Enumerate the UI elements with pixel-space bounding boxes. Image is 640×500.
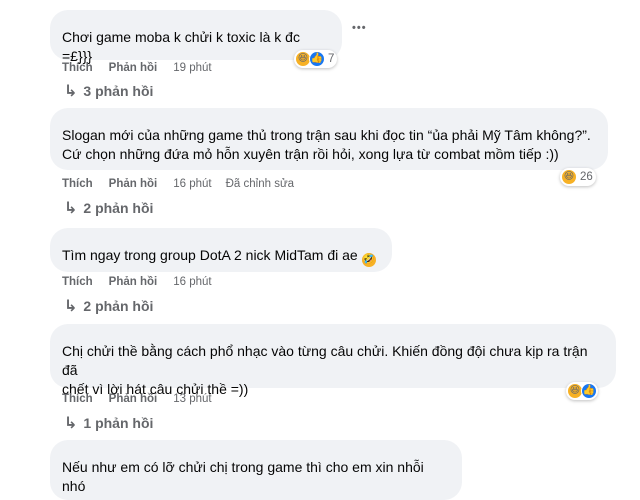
like-button[interactable]: Thích (62, 276, 93, 288)
reply-arrow-icon: ↳ (64, 415, 78, 432)
haha-icon: 😆 (561, 169, 577, 185)
replies-count: 2 phản hồi (83, 200, 154, 216)
comment-actions: Thích Phản hồi 16 phút (62, 276, 226, 288)
reaction-count: 26 (580, 171, 593, 183)
view-replies[interactable]: ↳ 3 phản hồi (64, 81, 153, 101)
comment-bubble: Chị chửi thề bằng cách phổ nhạc vào từng… (50, 324, 616, 397)
view-replies[interactable]: ↳ 1 phản hồi (64, 413, 153, 433)
view-replies[interactable]: ↳ 2 phản hồi (64, 198, 153, 218)
comment-bubble: Tìm ngay trong group DotA 2 nick MidTam … (50, 228, 392, 272)
replies-count: 3 phản hồi (83, 83, 154, 99)
reply-button[interactable]: Phản hồi (109, 276, 158, 288)
comment-actions: Thích Phản hồi 19 phút (62, 62, 226, 74)
reply-arrow-icon: ↳ (64, 83, 78, 100)
timestamp[interactable]: 19 phút (173, 62, 211, 74)
reaction-summary[interactable]: 😆 👍 7 (294, 50, 338, 68)
like-button[interactable]: Thích (62, 62, 93, 74)
author-name[interactable] (62, 116, 182, 124)
reply-button[interactable]: Phản hồi (109, 178, 158, 190)
reaction-summary[interactable]: 😆 26 (560, 168, 596, 186)
like-button[interactable]: Thích (62, 393, 93, 405)
view-replies[interactable]: ↳ 2 phản hồi (64, 296, 153, 316)
comment-bubble: Nếu như em có lỡ chửi chị trong game thì… (50, 440, 462, 500)
reply-button[interactable]: Phản hồi (109, 62, 158, 74)
comment-text: Slogan mới của những game thủ trong trận… (62, 127, 591, 162)
timestamp[interactable]: 16 phút (173, 178, 211, 190)
reply-arrow-icon: ↳ (64, 200, 78, 217)
rofl-emoji-icon: 🤣 (361, 253, 376, 267)
like-icon: 👍 (309, 51, 325, 67)
edited-label: Đã chỉnh sửa (225, 178, 295, 190)
author-name[interactable] (62, 18, 182, 26)
comment-text: Chơi game moba k chửi k toxic là k đc =£… (62, 29, 300, 64)
author-name[interactable] (62, 332, 182, 340)
reply-arrow-icon: ↳ (64, 298, 78, 315)
comment-text: Tìm ngay trong group DotA 2 nick MidTam … (62, 247, 358, 263)
replies-count: 1 phản hồi (83, 415, 154, 431)
comment-actions: Thích Phản hồi 16 phút Đã chỉnh sửa (62, 178, 294, 190)
timestamp[interactable]: 13 phút (173, 393, 211, 405)
more-options-icon[interactable]: ••• (352, 22, 367, 34)
reply-button[interactable]: Phản hồi (109, 393, 158, 405)
comment-bubble: Slogan mới của những game thủ trong trận… (50, 108, 608, 170)
comment-text: Chị chửi thề bằng cách phổ nhạc vào từng… (62, 343, 588, 397)
reaction-summary[interactable]: 😆 👍 (566, 382, 598, 400)
author-name[interactable] (62, 448, 182, 456)
comment-actions: Thích Phản hồi 13 phút (62, 393, 226, 405)
timestamp[interactable]: 16 phút (173, 276, 211, 288)
replies-count: 2 phản hồi (83, 298, 154, 314)
like-button[interactable]: Thích (62, 178, 93, 190)
comment-text: Nếu như em có lỡ chửi chị trong game thì… (62, 459, 424, 494)
like-icon: 👍 (581, 383, 597, 399)
reaction-count: 7 (328, 53, 335, 65)
